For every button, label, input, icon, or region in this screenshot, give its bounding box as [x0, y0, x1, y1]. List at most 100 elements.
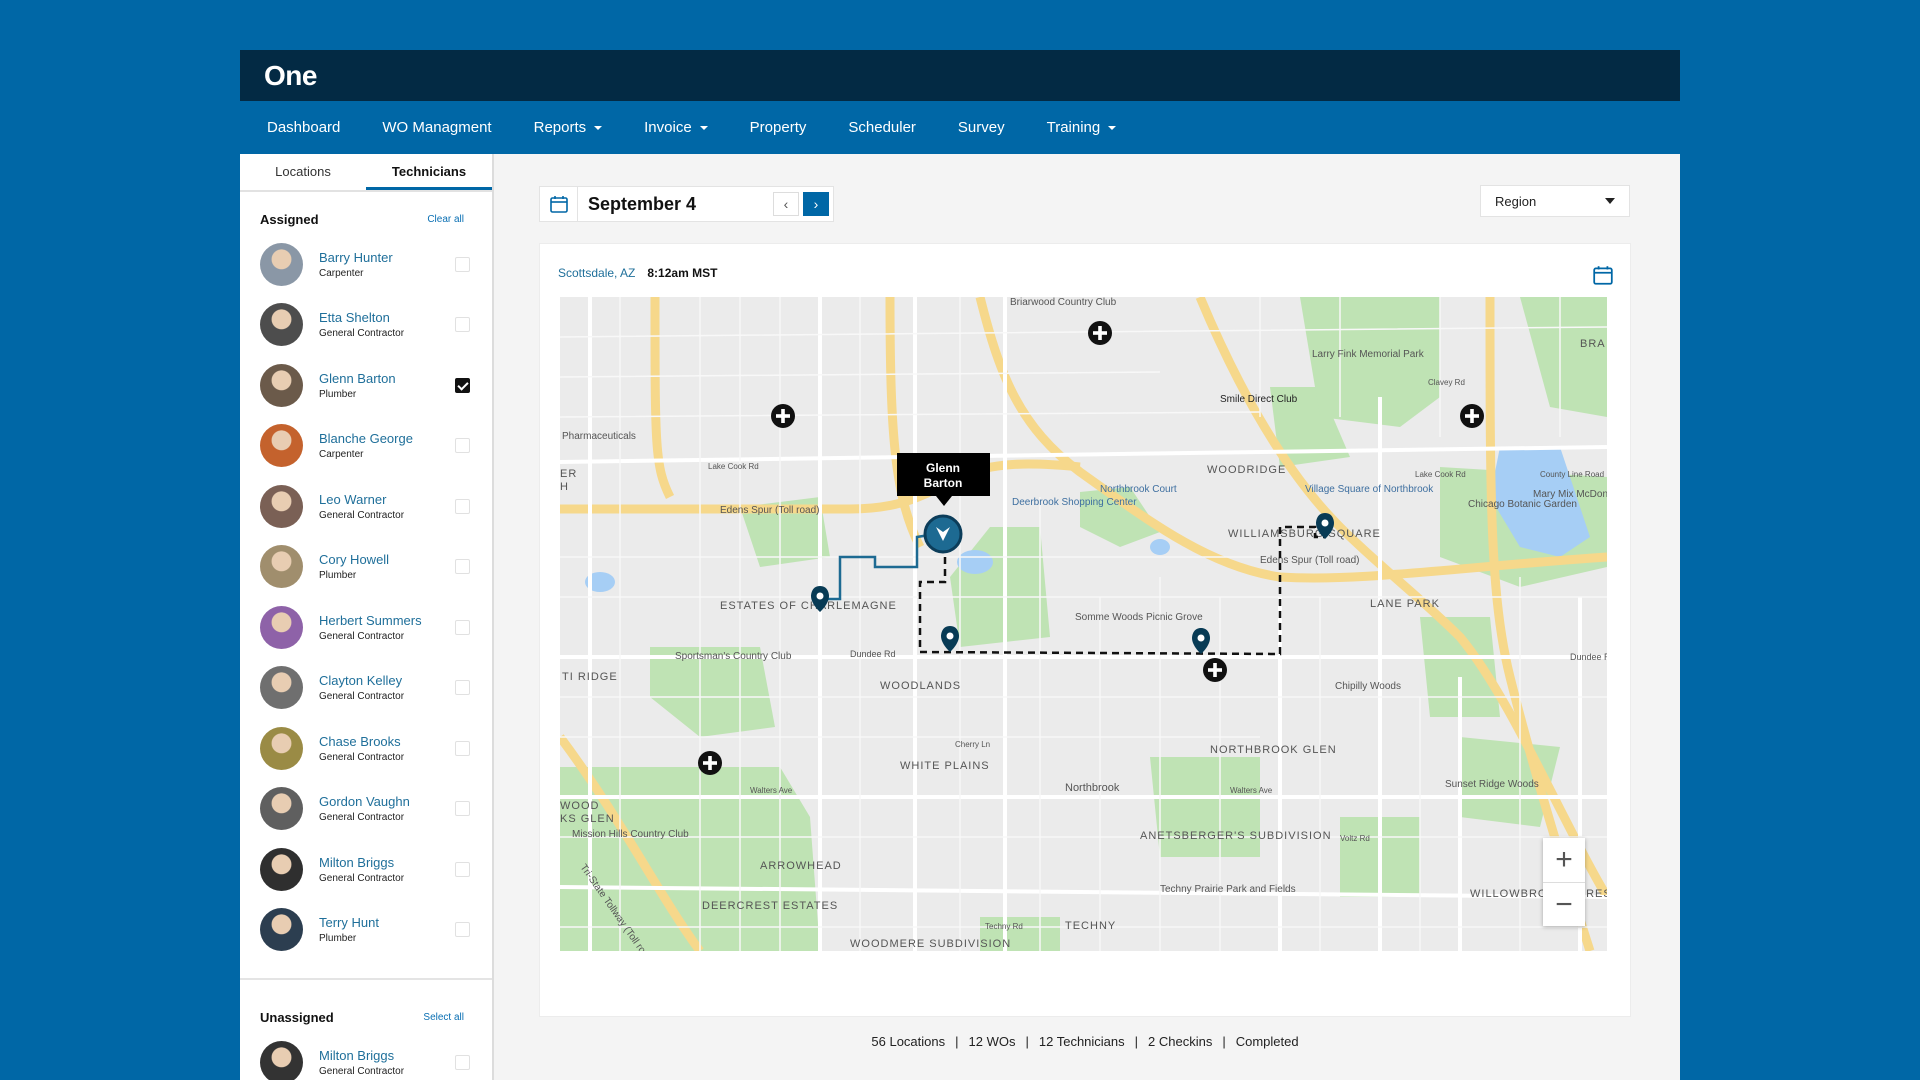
clear-all-link[interactable]: Clear all: [427, 214, 464, 225]
technician-row[interactable]: Etta Shelton General Contractor: [240, 295, 492, 356]
map-canvas: Briarwood Country Club Larry Fink Memori…: [560, 297, 1607, 951]
technician-role: Plumber: [319, 933, 357, 945]
map-label: Walters Ave: [1230, 786, 1273, 795]
technician-name[interactable]: Chase Brooks: [319, 734, 455, 749]
add-location-icon[interactable]: [1203, 658, 1227, 682]
avatar: [260, 847, 303, 891]
technician-checkbox[interactable]: [455, 861, 470, 877]
technician-name[interactable]: Milton Briggs: [319, 855, 455, 870]
technician-row[interactable]: Clayton Kelley General Contractor: [240, 658, 492, 719]
add-location-icon[interactable]: [771, 404, 795, 428]
map-label: Sunset Ridge Woods: [1445, 779, 1539, 790]
caret-down-icon: [1605, 198, 1615, 204]
technician-row[interactable]: Glenn Barton Plumber: [240, 355, 492, 416]
nav-survey[interactable]: Survey: [958, 119, 1005, 136]
technician-row[interactable]: Gordon Vaughn General Contractor: [240, 779, 492, 840]
technician-name[interactable]: Etta Shelton: [319, 310, 455, 325]
technician-row[interactable]: Milton Briggs General Contractor: [240, 1032, 492, 1080]
technician-role: Plumber: [319, 570, 357, 582]
technician-name[interactable]: Clayton Kelley: [319, 673, 455, 688]
tab-technicians[interactable]: Technicians: [366, 154, 492, 190]
tooltip-first-name: Glenn: [926, 461, 960, 475]
technician-info: Milton Briggs General Contractor: [319, 1048, 455, 1077]
app-logo[interactable]: One: [264, 60, 317, 92]
assigned-list: Barry Hunter Carpenter Etta Shelton General…: [240, 234, 492, 960]
nav-training[interactable]: Training: [1047, 119, 1117, 136]
technician-row[interactable]: Cory Howell Plumber: [240, 537, 492, 598]
technician-name[interactable]: Gordon Vaughn: [319, 794, 455, 809]
map-label: KS GLEN: [560, 813, 615, 825]
map-label: TECHNY: [1065, 920, 1116, 932]
nav-invoice[interactable]: Invoice: [644, 119, 708, 136]
nav-dashboard[interactable]: Dashboard: [267, 119, 340, 136]
zoom-out-button[interactable]: −: [1543, 882, 1585, 926]
technician-name[interactable]: Leo Warner: [319, 492, 455, 507]
map-label: WILLOWBROOK ACRES: [1470, 888, 1607, 900]
technician-checkbox[interactable]: [455, 438, 470, 454]
technician-name[interactable]: Cory Howell: [319, 552, 455, 567]
technician-checkbox[interactable]: [455, 619, 470, 635]
map-label: Somme Woods Picnic Grove: [1075, 612, 1203, 623]
technician-checkbox[interactable]: [455, 559, 470, 575]
technician-name[interactable]: Milton Briggs: [319, 1048, 455, 1063]
summary-stats: 56 Locations | 12 WOs | 12 Technicians | 2 Che…: [871, 1034, 1299, 1049]
technician-name[interactable]: Terry Hunt: [319, 915, 455, 930]
region-select[interactable]: Region: [1480, 185, 1630, 217]
select-all-link[interactable]: Select all: [423, 1012, 464, 1023]
top-bar: One: [240, 50, 1680, 101]
map-label: H: [560, 481, 569, 493]
section-divider: [240, 978, 492, 980]
technician-role: Carpenter: [319, 449, 364, 461]
nav-scheduler[interactable]: Scheduler: [848, 119, 916, 136]
technician-row[interactable]: Blanche George Carpenter: [240, 416, 492, 477]
nav-reports[interactable]: Reports: [534, 119, 603, 136]
technician-checkbox[interactable]: [455, 317, 470, 333]
map-label: Deerbrook Shopping Center: [1012, 497, 1137, 508]
next-day-button[interactable]: ›: [803, 192, 829, 216]
add-location-icon[interactable]: [1088, 321, 1112, 345]
unassigned-header: Unassigned Select all: [240, 1002, 492, 1032]
technician-checkbox[interactable]: [455, 1054, 470, 1070]
technician-checkbox[interactable]: [455, 801, 470, 817]
technician-row[interactable]: Milton Briggs General Contractor: [240, 839, 492, 900]
zoom-in-button[interactable]: +: [1543, 838, 1585, 882]
nav-property[interactable]: Property: [750, 119, 807, 136]
technician-row[interactable]: Herbert Summers General Contractor: [240, 597, 492, 658]
calendar-icon[interactable]: [1592, 264, 1614, 291]
technician-role: General Contractor: [319, 509, 405, 521]
technician-checkbox[interactable]: [455, 256, 470, 272]
time-label: 8:12am MST: [647, 266, 718, 280]
map-label: WOODLANDS: [880, 680, 961, 692]
technician-checkbox[interactable]: [455, 498, 470, 514]
technician-row[interactable]: Barry Hunter Carpenter: [240, 234, 492, 295]
technician-name[interactable]: Herbert Summers: [319, 613, 455, 628]
avatar: [260, 787, 303, 831]
add-location-icon[interactable]: [698, 751, 722, 775]
nav-label: Property: [749, 119, 807, 136]
technician-row[interactable]: Chase Brooks General Contractor: [240, 718, 492, 779]
nav-label: Survey: [957, 119, 1005, 136]
technician-marker[interactable]: [923, 514, 963, 554]
add-location-icon[interactable]: [1460, 404, 1484, 428]
map-label: Cherry Ln: [955, 740, 990, 749]
technician-row[interactable]: Terry Hunt Plumber: [240, 900, 492, 961]
previous-day-button[interactable]: ‹: [773, 192, 799, 216]
technician-name[interactable]: Glenn Barton: [319, 371, 455, 386]
technician-row[interactable]: Leo Warner General Contractor: [240, 476, 492, 537]
technician-role: Plumber: [319, 388, 357, 400]
map-label: Northbrook Court: [1100, 484, 1177, 495]
technician-name[interactable]: Barry Hunter: [319, 250, 455, 265]
technician-checkbox[interactable]: [455, 740, 470, 756]
nav-wo-managment[interactable]: WO Managment: [382, 119, 491, 136]
stat-completed: Completed: [1235, 1034, 1299, 1049]
technician-checkbox[interactable]: [455, 377, 470, 393]
technician-name[interactable]: Blanche George: [319, 431, 455, 446]
map-view[interactable]: Briarwood Country Club Larry Fink Memori…: [560, 297, 1607, 951]
region-select-value: Region: [1495, 193, 1537, 209]
calendar-icon[interactable]: [540, 187, 578, 221]
technician-role: General Contractor: [319, 1065, 405, 1077]
tab-locations[interactable]: Locations: [240, 154, 366, 190]
technician-checkbox[interactable]: [455, 922, 470, 938]
avatar: [260, 726, 303, 770]
technician-checkbox[interactable]: [455, 680, 470, 696]
